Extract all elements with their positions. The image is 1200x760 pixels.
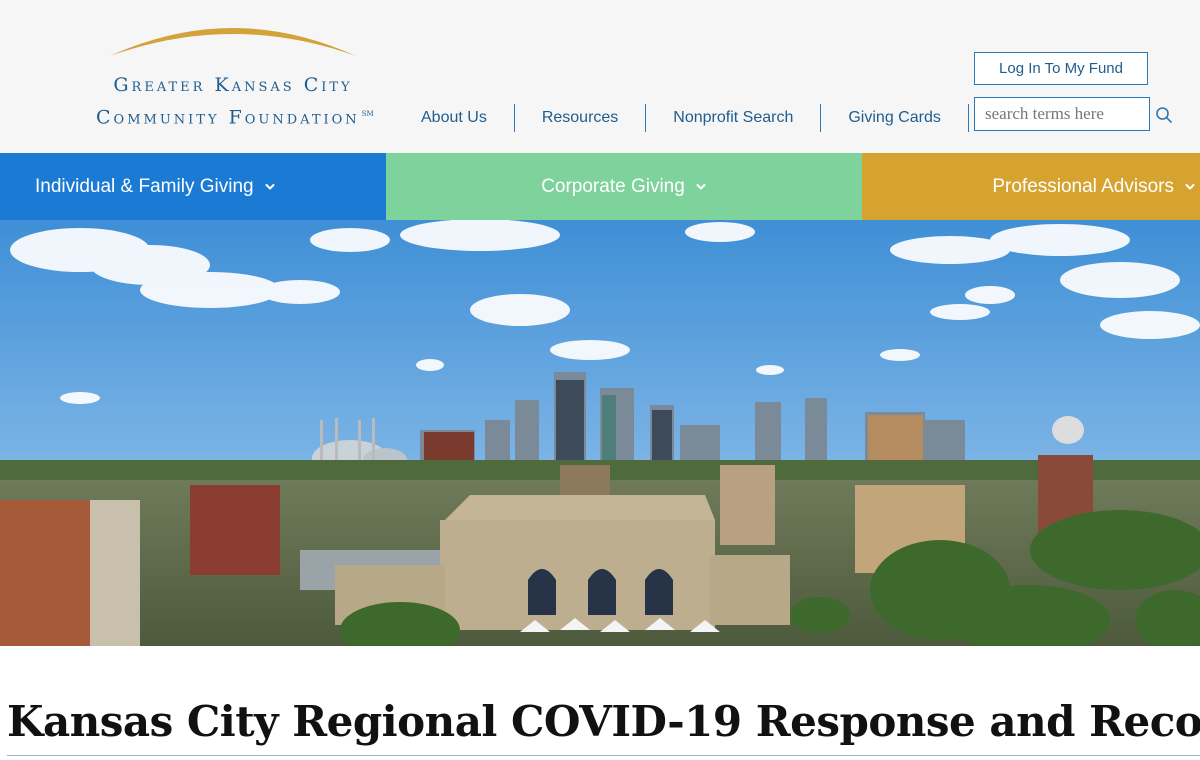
top-nav: About Us Resources Nonprofit Search Givi… (404, 104, 969, 132)
tab-label: Individual & Family Giving (35, 175, 254, 197)
service-mark: SM (361, 110, 374, 118)
tab-corporate-giving[interactable]: Corporate Giving (386, 153, 862, 220)
search-icon[interactable] (1155, 106, 1173, 124)
tab-individual-family-giving[interactable]: Individual & Family Giving (0, 153, 386, 220)
logo-text-line2-label: Community Foundation (96, 106, 360, 129)
hero-skyline-image (0, 220, 1200, 646)
title-divider (7, 755, 1200, 756)
main-nav: Individual & Family Giving Corporate Giv… (0, 153, 1200, 220)
tab-label: Professional Advisors (992, 175, 1174, 197)
site-header: Greater Kansas City Community Foundation… (0, 0, 1200, 153)
tab-label: Corporate Giving (541, 175, 685, 197)
skyline-illustration (0, 220, 1200, 646)
logo-text-line2: Community Foundation SM (96, 103, 378, 128)
chevron-down-icon (265, 183, 275, 189)
nav-link-giving-cards[interactable]: Giving Cards (821, 104, 969, 132)
chevron-down-icon (696, 183, 706, 189)
nav-link-nonprofit-search[interactable]: Nonprofit Search (646, 104, 822, 132)
login-button[interactable]: Log In To My Fund (974, 52, 1148, 85)
chevron-down-icon (1185, 183, 1195, 189)
logo-text-line1: Greater Kansas City (113, 74, 353, 96)
nav-link-about-us[interactable]: About Us (404, 104, 515, 132)
search-input[interactable] (974, 97, 1150, 131)
page: Greater Kansas City Community Foundation… (0, 0, 1200, 760)
tab-professional-advisors[interactable]: Professional Advisors (862, 153, 1200, 220)
page-title: Kansas City Regional COVID-19 Response a… (7, 697, 1200, 746)
nav-link-resources[interactable]: Resources (515, 104, 647, 132)
foundation-logo[interactable]: Greater Kansas City Community Foundation… (92, 18, 382, 130)
logo-arc-icon (110, 28, 356, 56)
